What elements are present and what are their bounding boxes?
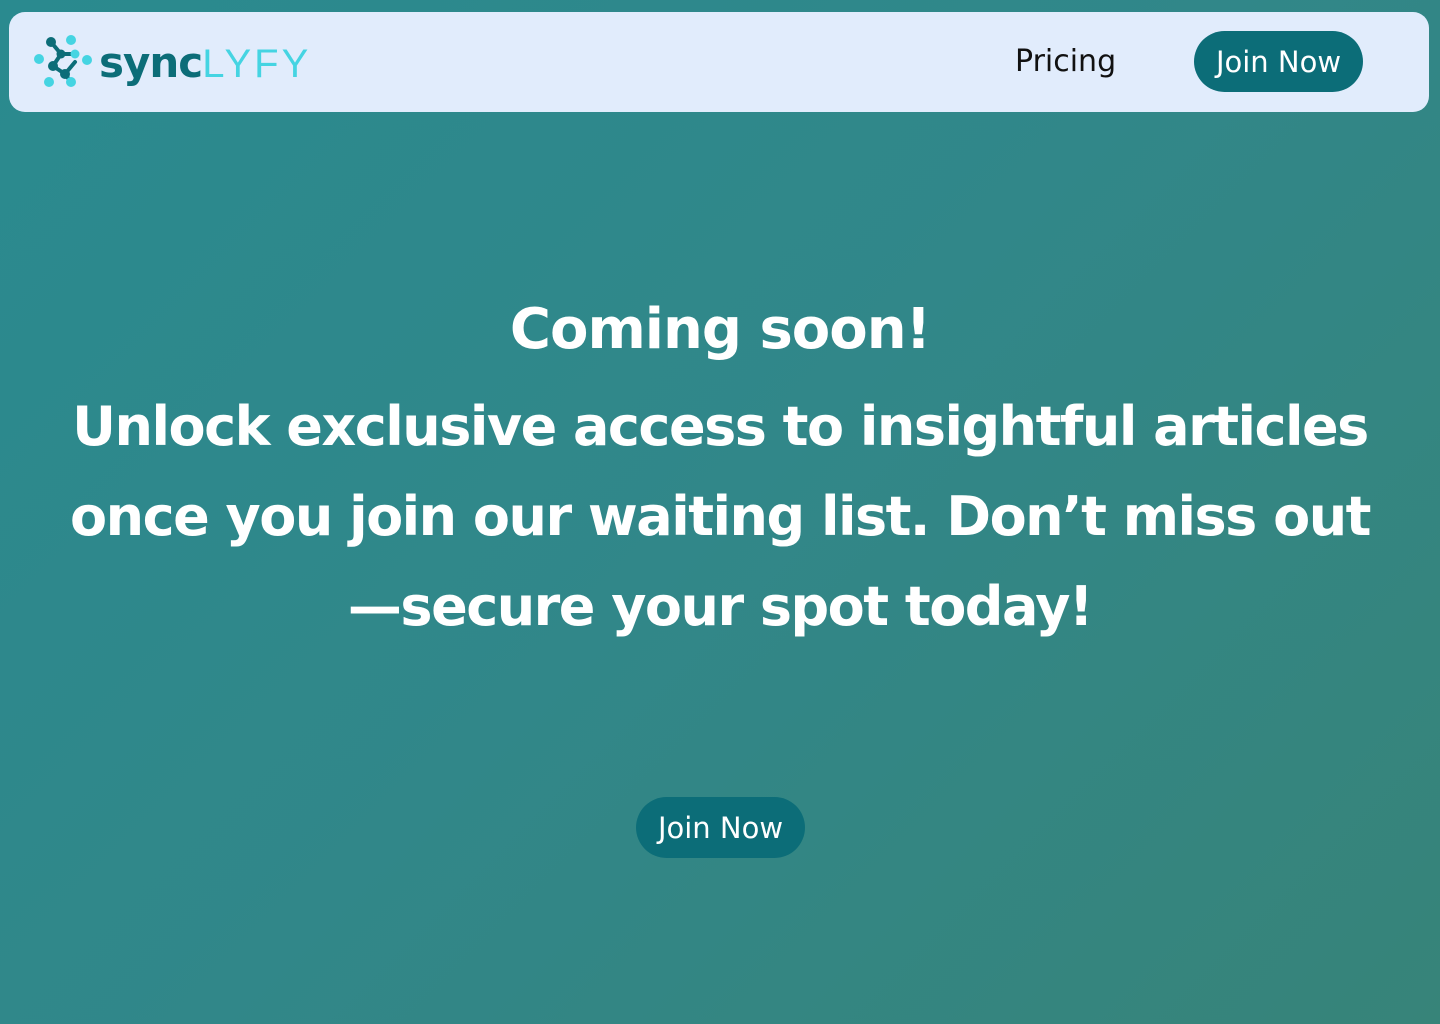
- nav-pricing-link[interactable]: Pricing: [1015, 43, 1116, 81]
- molecule-nodes-icon: [34, 35, 92, 87]
- brand-name-dark: sync: [99, 38, 203, 87]
- hero-section: Coming soon! Unlock exclusive access to …: [60, 288, 1380, 652]
- hero-title: Coming soon!: [509, 297, 931, 362]
- brand-name-light: LYFY: [202, 42, 312, 86]
- hero-subtitle: Unlock exclusive access to insightful ar…: [70, 395, 1371, 638]
- brand-wordmark: sync LYFY: [99, 38, 312, 87]
- navbar: sync LYFY Pricing Join Now: [9, 12, 1429, 112]
- brand-logo[interactable]: sync LYFY: [31, 32, 311, 92]
- cta-join-now-button[interactable]: Join Now: [636, 797, 805, 858]
- nav-join-now-button[interactable]: Join Now: [1194, 31, 1363, 92]
